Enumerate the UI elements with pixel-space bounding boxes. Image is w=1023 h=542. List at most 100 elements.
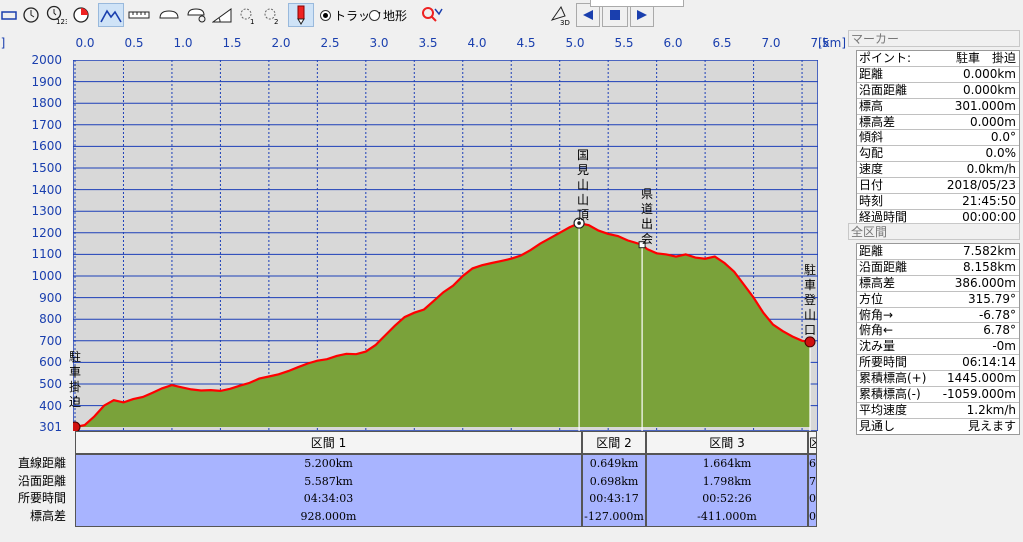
km-tick-label: 1.0 (173, 36, 193, 50)
info-key: 勾配 (859, 146, 884, 161)
info-value: 0.000km (963, 66, 1016, 81)
info-key: 日付 (859, 178, 884, 193)
marker-red-dot (804, 336, 816, 348)
info-value: 386.000m (954, 275, 1016, 290)
info-row: 見通し 見えます (857, 419, 1019, 434)
km-tick-label: 0.5 (124, 36, 144, 50)
km-tick-label: 4.5 (516, 36, 536, 50)
profile-view-icon[interactable] (0, 3, 18, 27)
km-tick-label: 3.5 (418, 36, 438, 50)
sun-1-icon[interactable]: 1 (236, 3, 258, 27)
info-value: 1.2km/h (966, 402, 1016, 417)
slope-angle-icon[interactable] (210, 3, 234, 27)
3d-view-icon[interactable]: 3D (548, 3, 572, 27)
info-row: ポイント: 駐車 掛迫 (857, 51, 1019, 67)
elevation-profile-svg[interactable] (69, 59, 819, 433)
row-label-surface-distance: 沿面距離 (17, 473, 66, 488)
info-row: 時刻 21:45:50 (857, 194, 1019, 210)
elevation-tick-label: 900 (39, 290, 62, 305)
segment-4-values[interactable]: 69 75 04 00 (808, 454, 817, 527)
info-value: 7.582km (963, 244, 1016, 258)
info-row: 距離 7.582km (857, 244, 1019, 260)
segment-4-header[interactable]: 区 (808, 431, 817, 454)
info-key: 標高差 (859, 275, 896, 290)
km-tick-label: 3.0 (369, 36, 389, 50)
marker-label: 県道出会 (640, 187, 653, 246)
total-panel: 全区間 距離 7.582km 沿面距離 8.158km 標高差 386.000m 方位 315… (848, 223, 1020, 435)
elevation-tick-label: 1100 (31, 247, 62, 262)
ruler-icon[interactable] (126, 3, 152, 27)
info-key: 沈み量 (859, 339, 896, 354)
info-value: 0.000m (969, 114, 1016, 129)
scrollbar-fragment[interactable] (590, 0, 684, 7)
segment-2-header[interactable]: 区間 2 (582, 431, 646, 454)
segment-1-values[interactable]: 5.200km 5.587km 04:34:03 928.000m (75, 454, 582, 527)
info-key: 標高 (859, 98, 884, 113)
total-info-table: 距離 7.582km 沿面距離 8.158km 標高差 386.000m 方位 315.79°… (856, 243, 1020, 435)
km-tick-label: 2.0 (271, 36, 291, 50)
info-value: 2018/05/23 (946, 178, 1016, 193)
info-key: 累積標高(-) (859, 387, 921, 402)
radio-unselected-icon (369, 10, 380, 21)
clock-123-icon[interactable]: 123 (44, 3, 68, 27)
elevation-tick-label: 1200 (31, 225, 62, 240)
cloud-shape-icon[interactable] (156, 3, 182, 27)
marker-label: 国見山山頂 (576, 148, 589, 222)
radio-selected-icon (320, 10, 331, 21)
info-key: 速度 (859, 162, 884, 177)
segment-2-elev: -127.000m (584, 509, 644, 523)
info-row: 沿面距離 8.158km (857, 260, 1019, 276)
svg-text:3D: 3D (560, 19, 570, 26)
elevation-profile-chart[interactable] (69, 59, 819, 433)
info-row: 俯角← 6.78° (857, 323, 1019, 340)
elevation-tick-label: 1800 (31, 96, 62, 111)
mountain-profile-icon[interactable] (98, 3, 124, 27)
segment-2-surface: 0.698km (589, 474, 639, 488)
info-key: 沿面距離 (859, 259, 908, 274)
left-bracket: ] (0, 36, 6, 50)
km-tick-label: 0.0 (75, 36, 95, 50)
segment-row-labels: 直線距離 沿面距離 所要時間 標高差 (0, 455, 66, 525)
info-row: 傾斜 0.0° (857, 130, 1019, 147)
info-row: 方位 315.79° (857, 292, 1019, 308)
info-row: 速度 0.0km/h (857, 162, 1019, 179)
info-key: 平均速度 (859, 402, 908, 417)
info-row: 標高差 0.000m (857, 115, 1019, 131)
km-tick-label: 4.0 (467, 36, 487, 50)
info-row: 勾配 0.0% (857, 146, 1019, 163)
clock-icon[interactable] (20, 3, 42, 27)
info-value: 6.78° (983, 323, 1016, 338)
segment-3-values[interactable]: 1.664km 1.798km 00:52:26 -411.000m (646, 454, 808, 527)
segment-2-straight: 0.649km (589, 457, 639, 470)
segment-1-header[interactable]: 区間 1 (75, 431, 582, 454)
total-panel-title: 全区間 (848, 223, 1020, 240)
info-key: 標高差 (859, 114, 896, 129)
info-row: 平均速度 1.2km/h (857, 403, 1019, 419)
cloud-pin-icon[interactable] (184, 3, 210, 27)
info-row: 所要時間 06:14:14 (857, 355, 1019, 372)
info-row: 沿面距離 0.000km (857, 83, 1019, 99)
info-key: 俯角→ (859, 307, 894, 322)
search-marker-icon[interactable] (420, 3, 444, 27)
info-key: 距離 (859, 244, 884, 258)
info-key: 距離 (859, 66, 884, 81)
km-tick-label: 1.5 (222, 36, 242, 50)
elevation-tick-label: 800 (39, 312, 62, 327)
marker-pen-icon[interactable] (288, 3, 314, 27)
elevation-tick-label: 1500 (31, 161, 62, 175)
segment-2-duration: 00:43:17 (589, 492, 639, 505)
info-value: 21:45:50 (962, 194, 1016, 209)
info-key: 時刻 (859, 194, 884, 209)
sun-2-icon[interactable]: 2 (260, 3, 282, 27)
km-tick-label: 2.5 (320, 36, 340, 50)
segment-3-header[interactable]: 区間 3 (646, 431, 808, 454)
elevation-tick-label: 1700 (31, 117, 62, 132)
marker-label: 駐車 掛迫 (68, 350, 81, 409)
marker-info-table: ポイント: 駐車 掛迫 距離 0.000km 沿面距離 0.000km 標高 301.000m… (856, 50, 1020, 226)
segment-2-values[interactable]: 0.649km 0.698km 00:43:17 -127.000m (582, 454, 646, 527)
info-value: -1059.000m (942, 387, 1016, 402)
row-label-straight-distance: 直線距離 (17, 456, 66, 470)
pie-clock-icon[interactable] (70, 3, 92, 27)
terrain-radio[interactable]: 地形 (369, 7, 407, 24)
segment-4-elev: 00 (809, 509, 816, 523)
